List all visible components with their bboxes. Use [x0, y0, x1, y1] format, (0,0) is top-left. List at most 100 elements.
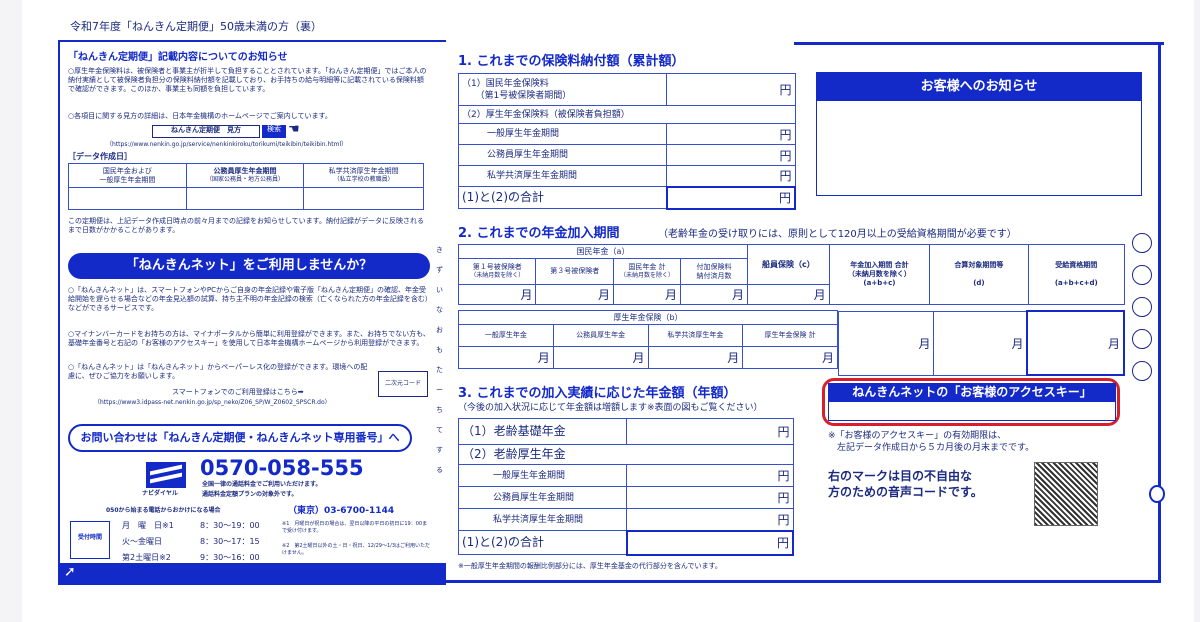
hours-label: 受付時間: [70, 521, 110, 559]
sec3-sub-3: 私学共済厚生年金期間: [458, 508, 627, 531]
notice-text-1: ○厚生年金保険料は、被保険者と事業主が折半して負担することとされています。「ねん…: [68, 67, 427, 93]
sec2-val-gassan: 月: [933, 310, 1028, 376]
frame-top-right: [794, 42, 1164, 45]
sec2-total-header: 年金加入期間 合計 （未納月数を除く） (a+b+c): [828, 244, 931, 305]
phone-050-label: 050から始まる電話からおかけになる場合: [106, 507, 221, 514]
hours-row-2-day: 火～金曜日: [122, 537, 162, 546]
sec3-sub-2: 公務員厚生年金期間: [458, 486, 627, 509]
phone-note-1: 全国一律の通話料金でご利用いただけます。: [202, 481, 322, 488]
sec2-val-b3: 月: [647, 346, 744, 369]
check-circles: [1132, 233, 1154, 393]
sec3-row2-label: （2）老齢厚生年金: [458, 444, 794, 465]
data-date-col-1: 国民年金および 一般厚生年金期間: [68, 163, 187, 188]
sec1-total-label: (1)と(2)の合計: [458, 186, 667, 209]
sec3-sub-2-value: 円: [626, 486, 794, 509]
sec1-sub-1: 一般厚生年金期間: [458, 123, 667, 145]
qr-code-placeholder: 二次元コード: [378, 371, 428, 397]
arrow-up-right-icon: ➚: [64, 564, 76, 580]
document-page: 令和7年度「ねんきん定期便」50歳未満の方（裏） ➚ 「ねんきん定期便」記載内容…: [22, 0, 1194, 622]
sec1-row1-label: （1）国民年金保険料 （第1号被保険者期間）: [458, 73, 667, 106]
screenshot-stage: 令和7年度「ねんきん定期便」50歳未満の方（裏） ➚ 「ねんきん定期便」記載内容…: [0, 0, 1200, 622]
sec2-col-b1: 一般厚生年金: [458, 324, 554, 347]
sec2-col-a1-sub: （未納月数を除く）: [470, 272, 525, 279]
sec2-gassan-header: 合算対象期間等 (d): [929, 244, 1029, 305]
sec2-senin-header: 船員保険（c）: [747, 244, 830, 285]
search-keyword-box: ねんきん定期便 見方: [152, 125, 260, 138]
sec1-row1-value: 円: [666, 73, 796, 106]
access-key-note: ※「お客様のアクセスキー」の有効期限は、 左記データ作成日から５カ月後の月末まで…: [828, 431, 1035, 453]
phone-050-number: （東京）03-6700-1144: [288, 506, 395, 516]
sec2-jukyu-header: 受給資格期間 (a+b+c+d): [1027, 244, 1126, 305]
navi-dial-label: ナビダイヤル: [142, 490, 178, 497]
customer-notice-title: お客様へのお知らせ: [817, 73, 1141, 101]
sec3-title: 3. これまでの加入実績に応じた年金額（年額）: [458, 386, 737, 401]
url-howto: （https://www.nenkin.go.jp/service/nenkin…: [106, 141, 348, 148]
search-button[interactable]: 検索: [262, 125, 286, 138]
sec1-sub-2-value: 円: [666, 144, 796, 166]
smartphone-register-line: スマートフォンでのご利用登録はこちら➡: [172, 388, 304, 396]
net-text-3: ○「ねんきんネット」は「ねんきんネット」からペーパーレス化の登録ができます。環境…: [68, 363, 368, 380]
data-date-col-2-sub: （国家公務員・地方公務員）: [205, 176, 284, 183]
sec1-title: 1. これまでの保険料納付額（累計額）: [458, 54, 685, 69]
sec2-col-a4: 付加保険料 納付済月数: [679, 258, 749, 285]
vertical-text-strip: き ず い な お も た ー ち て す る: [436, 246, 450, 474]
data-date-col-2-title: 公務員厚生年金期間: [213, 167, 277, 175]
sec1-table: （1）国民年金保険料 （第1号被保険者期間） 円 （2）厚生年金保険料（被保険者…: [458, 73, 796, 210]
frame-top-left: [58, 40, 446, 42]
data-date-note: この定期便は、上記データ作成日時点の前々月までの記録をお知らせしています。納付記…: [68, 217, 424, 234]
data-date-title: ［データ作成日］: [68, 152, 132, 161]
sec3-table: （1）老齢基礎年金円 （2）老齢厚生年金 一般厚生年金期間円 公務員厚生年金期間…: [458, 418, 794, 556]
sec2-col-a2: 第３号被保険者: [535, 258, 614, 285]
sec3-sub-1-value: 円: [626, 464, 794, 487]
hours-row-1-day: 月 曜 日※1: [122, 521, 174, 530]
sec3-row1-label: （1）老齢基礎年金: [458, 418, 627, 445]
navi-dial-icon: [146, 462, 186, 488]
sec1-sub-3-value: 円: [666, 165, 796, 187]
sec3-total-value: 円: [625, 529, 794, 556]
data-date-table: 国民年金および 一般厚生年金期間 公務員厚生年金期間 （国家公務員・地方公務員） …: [68, 163, 424, 210]
sec2-title: 2. これまでの年金加入期間: [458, 226, 620, 241]
sec2-val-jukyu: 月: [1026, 310, 1125, 376]
hand-pointer-icon: ☚: [288, 122, 300, 137]
access-key-title: ねんきんネットの「お客様のアクセスキー」: [828, 383, 1116, 401]
sec1-total-value: 円: [665, 185, 796, 210]
document-header-title: 令和7年度「ねんきん定期便」50歳未満の方（裏）: [70, 20, 322, 33]
sec2-val-total: 月: [837, 310, 935, 376]
sec2-val-c: 月: [747, 284, 830, 305]
frame-left: [58, 40, 60, 585]
data-date-col-3-sub: （私立学校の教職員）: [333, 176, 394, 183]
voice-code-text: 右のマークは目の不自由な 方のための音声コードです。: [828, 469, 983, 499]
sec3-footnote: ※一般厚生年金期間の報酬比例部分には、厚生年金基金の代行部分を含んでいます。: [458, 562, 722, 570]
sec1-sub-2: 公務員厚生年金期間: [458, 144, 667, 166]
sec2-col-a3-title: 国民年金 計: [628, 263, 666, 271]
sec2-col-a1: 第１号被保険者 （未納月数を除く）: [457, 258, 537, 285]
sec2-table: 国民年金（a） 船員保険（c） 年金加入期間 合計 （未納月数を除く） (a+b…: [457, 244, 1126, 305]
sec2-col-a3: 国民年金 計（未納月数を除く）: [612, 258, 681, 285]
sec2-kosei-header: 厚生年金保険（b）: [458, 310, 838, 325]
sec2-val-b1: 月: [458, 346, 554, 369]
sec2-col-b2: 公務員厚生年金: [552, 324, 649, 347]
sec3-sub-3-value: 円: [626, 508, 794, 531]
phone-main-number: 0570-058-555: [200, 456, 364, 480]
sec2-val-b2: 月: [552, 346, 649, 369]
check-circle-2: [1132, 265, 1152, 285]
sec2-val-a2: 月: [535, 284, 614, 305]
data-date-col-3-title: 私学共済厚生年金期間: [328, 167, 399, 175]
hours-row-1-time: 8：30～19：00: [200, 521, 260, 530]
sec3-total-label: (1)と(2)の合計: [458, 530, 627, 555]
sec1-sub-3: 私学共済厚生年金期間: [458, 165, 667, 187]
nenkin-net-banner[interactable]: 「ねんきんネット」をご利用しませんか？: [68, 253, 430, 279]
punch-hole-notch: [1149, 485, 1165, 503]
hours-note-2: ※2 第2土曜日以外の土・日・祝日、12/29～1/3はご利用いただけません。: [282, 543, 431, 556]
data-date-cell-1: [68, 187, 187, 210]
notice-title: 「ねんきん定期便」記載内容についてのお知らせ: [68, 52, 288, 63]
sec2-kosei-table: 厚生年金保険（b） 一般厚生年金 公務員厚生年金 私学共済厚生年金 厚生年金保険…: [458, 310, 838, 369]
data-date-col-3: 私学共済厚生年金期間 （私立学校の教職員）: [303, 163, 424, 188]
sec3-subtitle: （今後の加入状況に応じて年金額は増額します※表面の図もご覧ください）: [458, 403, 763, 413]
hours-row-2-time: 8：30～17：15: [200, 537, 260, 546]
sec1-row2-label: （2）厚生年金保険料（被保険者負担額）: [458, 105, 796, 124]
sec2-col-b3: 私学共済厚生年金: [647, 324, 744, 347]
sec2-val-a4: 月: [679, 284, 749, 305]
sec3-row1-value: 円: [626, 418, 794, 445]
contact-banner: お問い合わせは「ねんきん定期便・ねんきんネット専用番号」へ: [68, 424, 412, 452]
